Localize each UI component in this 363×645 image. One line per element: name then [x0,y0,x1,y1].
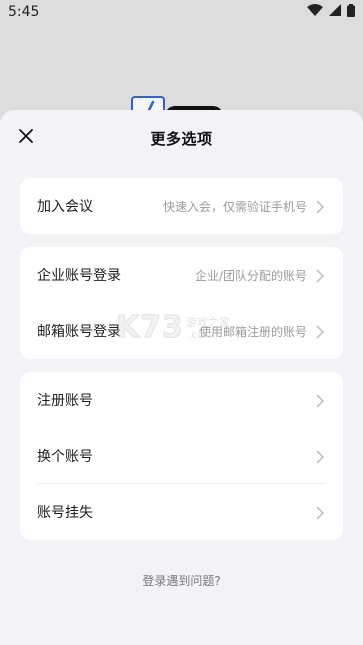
options-group-account: 注册账号 换个账号 账号挂失 [20,372,343,540]
row-label: 企业账号登录 [37,268,121,284]
chevron-right-icon [315,393,325,408]
chevron-right-icon [315,268,325,283]
options-group-meeting: 加入会议 快速入会，仅需验证手机号 [20,178,343,234]
options-group-login: 企业账号登录 企业/团队分配的账号 邮箱账号登录 使用邮箱注册的账号 [20,247,343,359]
switch-account-row[interactable]: 换个账号 [20,428,343,484]
row-label: 换个账号 [37,449,93,465]
row-label: 账号挂失 [37,505,93,521]
signal-icon [329,4,341,20]
sheet-title: 更多选项 [150,129,213,148]
more-options-sheet: 更多选项 加入会议 快速入会，仅需验证手机号 企业账号登录 企业/团队分配的账号… [0,110,363,645]
row-label: 注册账号 [37,393,93,409]
join-meeting-row[interactable]: 加入会议 快速入会，仅需验证手机号 [20,178,343,234]
register-account-row[interactable]: 注册账号 [20,372,343,428]
chevron-right-icon [315,199,325,214]
report-lost-account-row[interactable]: 账号挂失 [20,484,343,540]
row-description: 快速入会，仅需验证手机号 [162,199,307,214]
sheet-header: 更多选项 [0,110,363,166]
status-bar: 5:45 [0,0,363,24]
login-help-link[interactable]: 登录遇到问题? [0,572,363,589]
wifi-icon [307,4,323,20]
enterprise-login-row[interactable]: 企业账号登录 企业/团队分配的账号 [20,247,343,303]
row-label: 加入会议 [37,199,93,215]
row-description: 使用邮箱注册的账号 [198,324,307,339]
chevron-right-icon [315,324,325,339]
status-icons [307,3,355,21]
chevron-right-icon [315,449,325,464]
close-icon [18,128,34,148]
row-label: 邮箱账号登录 [37,324,121,340]
status-time: 5:45 [8,4,40,20]
chevron-right-icon [315,505,325,520]
row-description: 企业/团队分配的账号 [194,268,307,283]
battery-icon [347,3,355,21]
close-button[interactable] [14,126,38,150]
email-login-row[interactable]: 邮箱账号登录 使用邮箱注册的账号 [20,303,343,359]
